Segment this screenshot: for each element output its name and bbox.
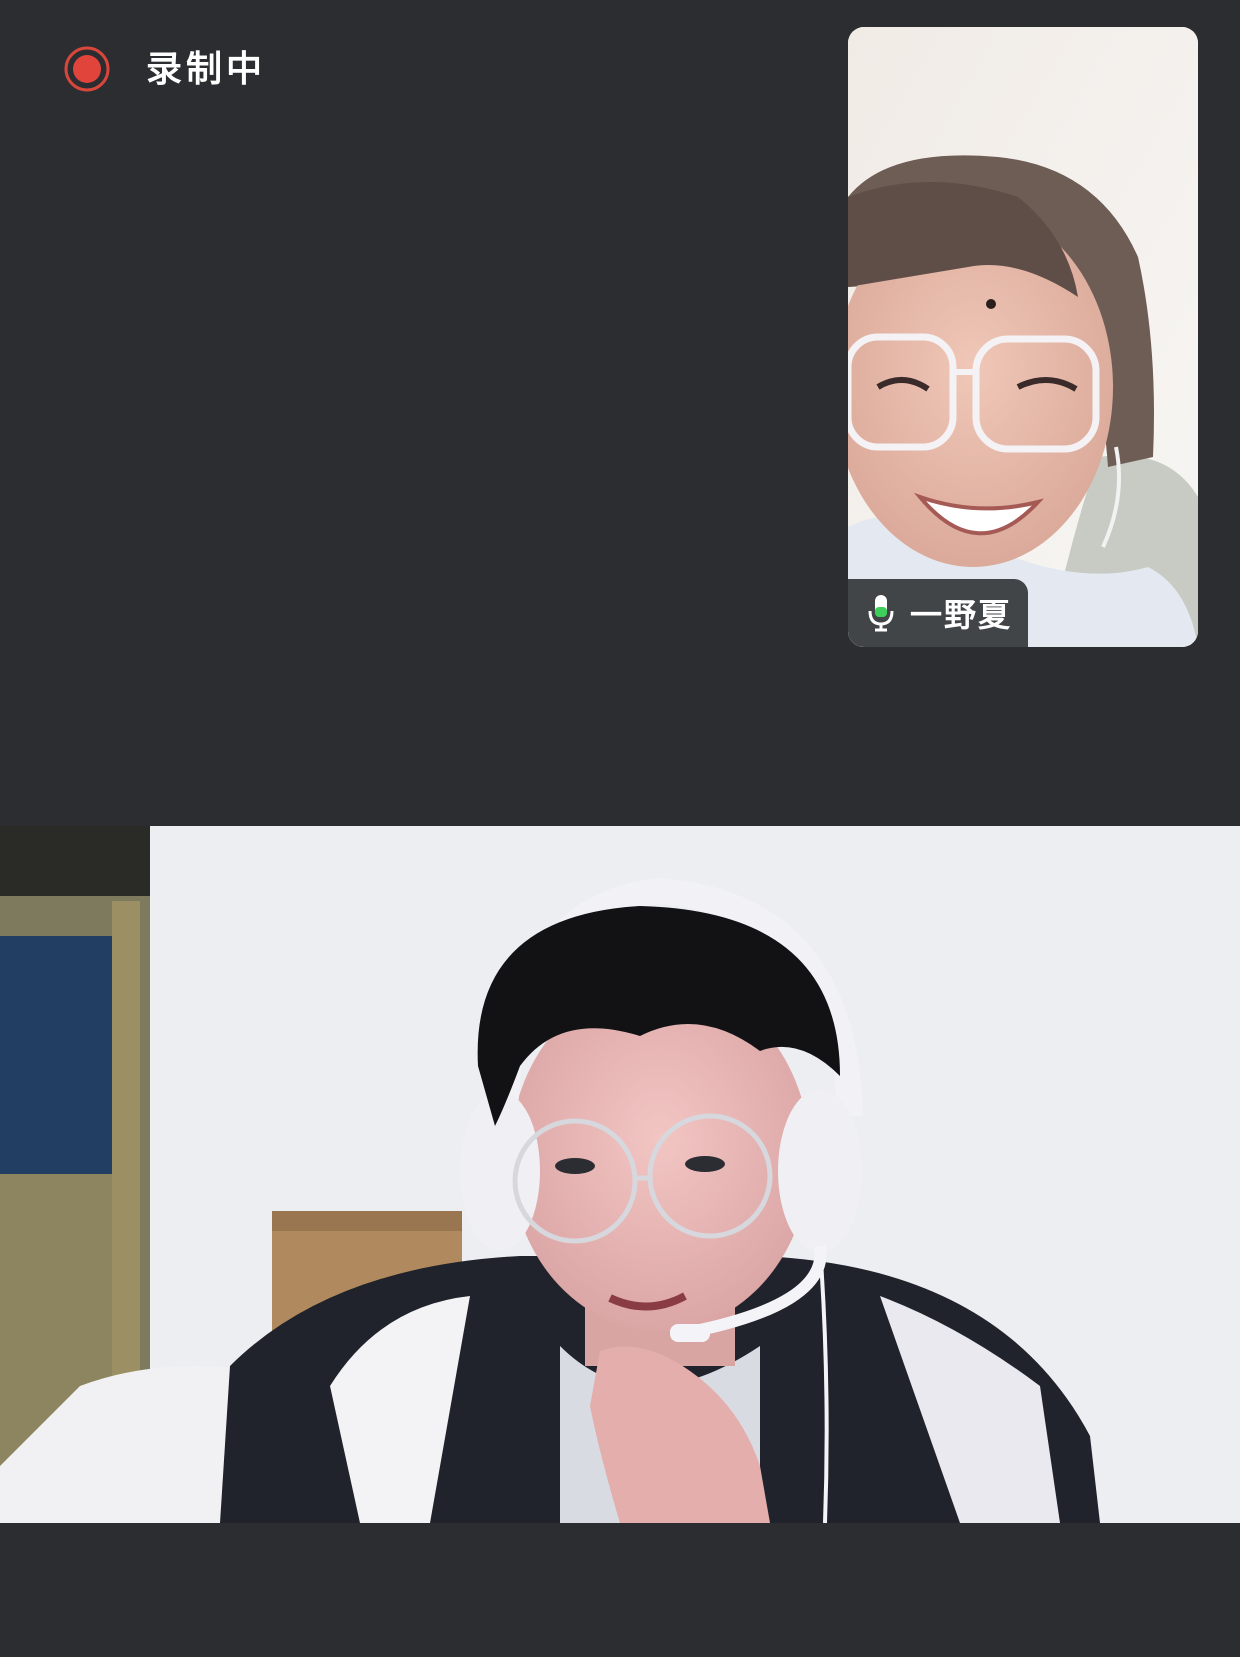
remote-video-tile[interactable]: 一野夏: [848, 27, 1198, 647]
participant-name-tag: 一野夏: [848, 579, 1029, 647]
participant-name: 一野夏: [910, 596, 1013, 634]
microphone-icon: [868, 595, 894, 632]
remote-video-feed: [848, 27, 1198, 647]
record-icon: [64, 46, 110, 92]
local-video-tile[interactable]: [0, 826, 1240, 1523]
recording-indicator: 录制中: [64, 46, 266, 92]
local-video-feed: [0, 826, 1240, 1523]
recording-label: 录制中: [146, 48, 267, 90]
call-screen: 录制中 一野夏: [0, 0, 1240, 1657]
